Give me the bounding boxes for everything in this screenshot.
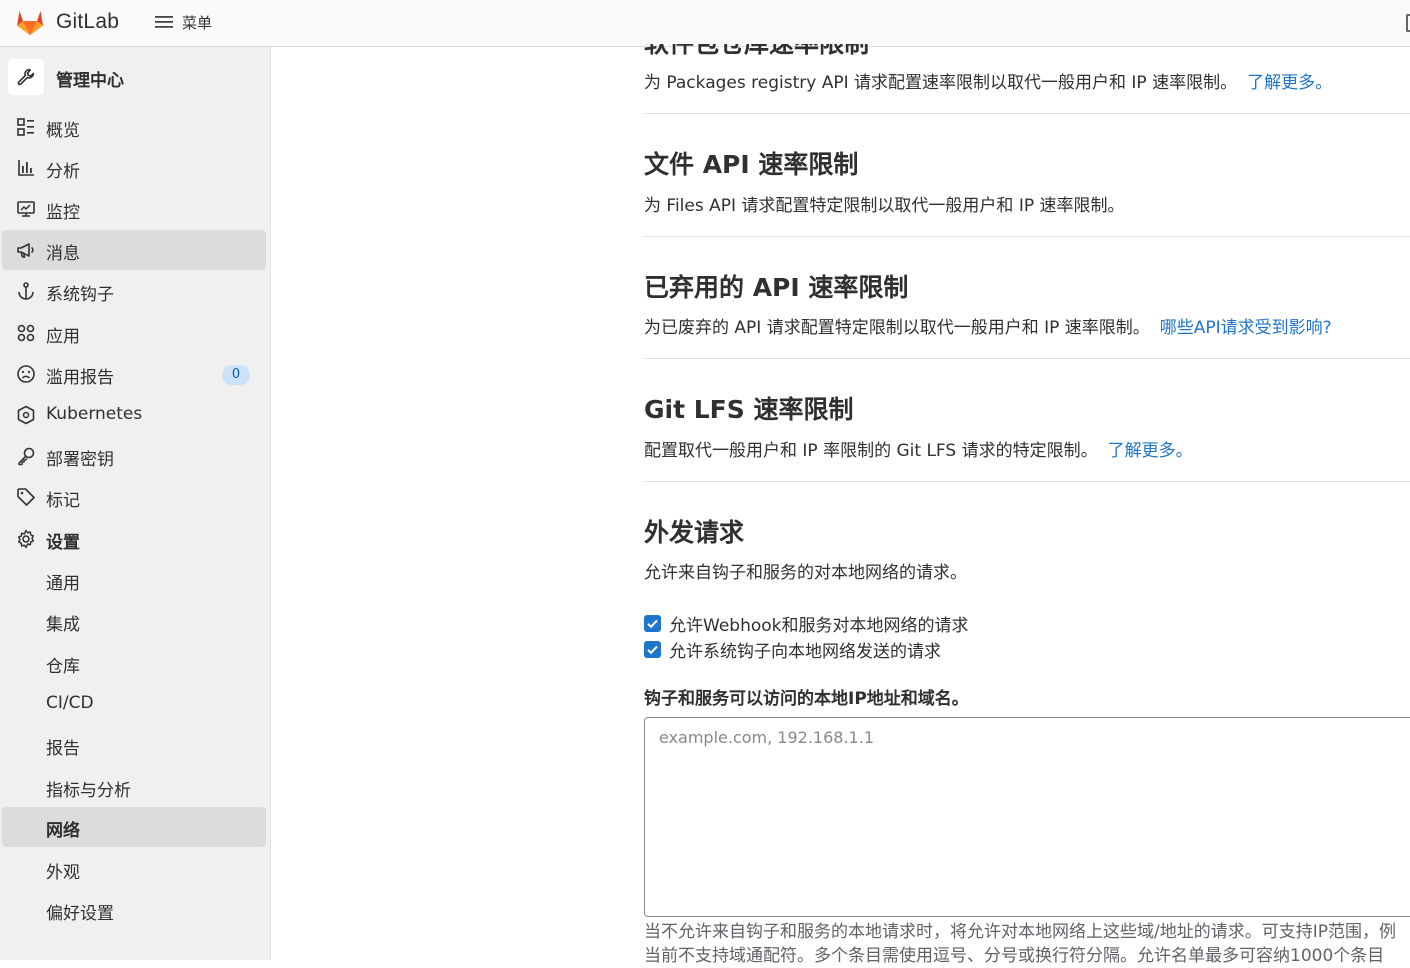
anchor-icon xyxy=(16,281,36,301)
admin-wrench-icon xyxy=(8,59,44,95)
sidebar-item-label: Kubernetes xyxy=(46,404,143,424)
bullhorn-icon xyxy=(16,240,36,260)
sidebar-item-label: 概览 xyxy=(46,121,80,141)
sidebar-item-label: 应用 xyxy=(46,327,80,347)
outbound-requests-desc: 允许来自钩子和服务的对本地网络的请求。 xyxy=(644,563,967,583)
applications-icon xyxy=(16,323,36,343)
gitlab-tanuki-icon xyxy=(17,11,43,35)
settings-content: 软件包仓库速率限制 为 Packages registry API 请求配置速率… xyxy=(644,0,1410,966)
sidebar-item-messages[interactable]: 消息 xyxy=(2,230,266,270)
sidebar-subitem-label: 偏好设置 xyxy=(46,904,114,924)
allowlist-help-text: 当不允许来自钩子和服务的本地请求时，将允许对本地网络上这些域/地址的请求。可支持… xyxy=(644,920,1410,968)
hamburger-icon xyxy=(155,16,173,28)
sidebar-item-label: 部署密钥 xyxy=(46,450,114,470)
settings-sub-metrics[interactable]: 指标与分析 xyxy=(2,767,266,807)
sidebar-subitem-label: 集成 xyxy=(46,615,80,635)
section-divider xyxy=(644,358,1410,359)
allow-system-hooks-local-requests-label: 允许系统钩子向本地网络发送的请求 xyxy=(669,642,941,662)
sidebar-item-deploy-keys[interactable]: 部署密钥 xyxy=(2,436,266,476)
section-divider xyxy=(644,481,1410,482)
admin-sidebar: 管理中心 概览 分析 监控 消息 系统钩子 应用 滥用报告 0 Kubernet… xyxy=(0,47,271,960)
abuse-reports-count-badge: 0 xyxy=(222,365,250,385)
sidebar-item-abuse-reports[interactable]: 滥用报告 0 xyxy=(2,354,266,394)
sidebar-subitem-label: 报告 xyxy=(46,739,80,759)
affected-api-requests-link[interactable]: 哪些API请求受到影响? xyxy=(1160,318,1332,338)
files-api-rate-limit-title: 文件 API 速率限制 xyxy=(644,150,859,179)
sidebar-item-kubernetes[interactable]: Kubernetes xyxy=(2,395,266,435)
settings-sub-cicd[interactable]: CI/CD xyxy=(2,684,266,724)
section-divider xyxy=(644,113,1410,114)
sidebar-item-label: 监控 xyxy=(46,203,80,223)
checkmark-icon xyxy=(647,645,658,655)
brand-name: GitLab xyxy=(56,10,120,33)
packages-rate-limit-title: 软件包仓库速率限制 xyxy=(644,29,870,58)
allow-webhook-local-requests-label: 允许Webhook和服务对本地网络的请求 xyxy=(669,616,969,636)
settings-sub-appearance[interactable]: 外观 xyxy=(2,849,266,889)
sidebar-item-label: 系统钩子 xyxy=(46,285,114,305)
overview-icon xyxy=(16,117,36,137)
allow-system-hooks-local-requests-row[interactable]: 允许系统钩子向本地网络发送的请求 xyxy=(644,637,941,662)
deprecated-api-desc-text: 为已废弃的 API 请求配置特定限制以取代一般用户和 IP 速率限制。 xyxy=(644,318,1150,338)
sidebar-item-labels[interactable]: 标记 xyxy=(2,477,266,517)
sidebar-item-label: 分析 xyxy=(46,162,80,182)
sidebar-item-applications[interactable]: 应用 xyxy=(2,313,266,353)
label-icon xyxy=(16,487,36,507)
section-divider xyxy=(644,236,1410,237)
deprecated-api-rate-limit-desc: 为已废弃的 API 请求配置特定限制以取代一般用户和 IP 速率限制。 哪些API… xyxy=(644,313,1332,338)
menu-label: 菜单 xyxy=(182,13,213,32)
sidebar-item-analytics[interactable]: 分析 xyxy=(2,148,266,188)
key-icon xyxy=(16,446,36,466)
settings-icon xyxy=(16,529,36,549)
packages-learn-more-link[interactable]: 了解更多。 xyxy=(1247,73,1332,93)
packages-rate-limit-desc: 为 Packages registry API 请求配置速率限制以取代一般用户和… xyxy=(644,68,1332,93)
sidebar-item-overview[interactable]: 概览 xyxy=(2,107,266,147)
allowlist-help-line-1: 当不允许来自钩子和服务的本地请求时，将允许对本地网络上这些域/地址的请求。可支持… xyxy=(644,922,1396,942)
settings-sub-preferences[interactable]: 偏好设置 xyxy=(2,890,266,930)
local-allowlist-textarea[interactable] xyxy=(644,717,1410,917)
sidebar-title: 管理中心 xyxy=(56,71,124,91)
settings-sub-network[interactable]: 网络 xyxy=(2,807,266,847)
kubernetes-icon xyxy=(16,405,36,425)
chart-icon xyxy=(16,158,36,178)
sidebar-subitem-label: CI/CD xyxy=(46,693,94,713)
local-allowlist-label: 钩子和服务可以访问的本地IP地址和域名。 xyxy=(644,689,969,709)
git-lfs-rate-limit-title: Git LFS 速率限制 xyxy=(644,395,854,424)
git-lfs-desc-text: 配置取代一般用户和 IP 率限制的 Git LFS 请求的特定限制。 xyxy=(644,441,1098,461)
files-api-rate-limit-desc: 为 Files API 请求配置特定限制以取代一般用户和 IP 速率限制。 xyxy=(644,196,1125,216)
git-lfs-rate-limit-desc: 配置取代一般用户和 IP 率限制的 Git LFS 请求的特定限制。 了解更多。 xyxy=(644,436,1193,461)
gitlab-logo[interactable]: GitLab xyxy=(14,6,119,38)
monitor-icon xyxy=(16,199,36,219)
outbound-requests-title: 外发请求 xyxy=(644,518,745,547)
deprecated-api-rate-limit-title: 已弃用的 API 速率限制 xyxy=(644,273,909,302)
sidebar-item-label: 滥用报告 xyxy=(46,368,114,388)
sidebar-subitem-label: 外观 xyxy=(46,863,80,883)
menu-button[interactable]: 菜单 xyxy=(154,10,212,34)
sidebar-item-system-hooks[interactable]: 系统钩子 xyxy=(2,271,266,311)
sidebar-subitem-label: 通用 xyxy=(46,574,80,594)
settings-sub-reporting[interactable]: 报告 xyxy=(2,725,266,765)
sidebar-item-label: 设置 xyxy=(46,533,80,553)
allow-system-hooks-local-requests-checkbox[interactable] xyxy=(644,641,661,658)
sidebar-item-label: 标记 xyxy=(46,491,80,511)
settings-sub-integrations[interactable]: 集成 xyxy=(2,601,266,641)
sidebar-item-label: 消息 xyxy=(46,244,80,264)
sidebar-subitem-label: 指标与分析 xyxy=(46,781,131,801)
sad-face-icon xyxy=(16,364,36,384)
settings-sub-repository[interactable]: 仓库 xyxy=(2,643,266,683)
settings-sub-general[interactable]: 通用 xyxy=(2,560,266,600)
sidebar-item-settings[interactable]: 设置 xyxy=(2,519,266,559)
allow-webhook-local-requests-row[interactable]: 允许Webhook和服务对本地网络的请求 xyxy=(644,611,968,636)
sidebar-header[interactable]: 管理中心 xyxy=(0,55,271,99)
sidebar-subitem-label: 仓库 xyxy=(46,657,80,677)
git-lfs-learn-more-link[interactable]: 了解更多。 xyxy=(1108,441,1193,461)
packages-desc-text: 为 Packages registry API 请求配置速率限制以取代一般用户和… xyxy=(644,73,1238,93)
sidebar-subitem-label: 网络 xyxy=(46,821,80,841)
sidebar-item-monitoring[interactable]: 监控 xyxy=(2,189,266,229)
allow-webhook-local-requests-checkbox[interactable] xyxy=(644,615,661,632)
checkmark-icon xyxy=(647,619,658,629)
allowlist-help-line-2: 当前不支持域通配符。多个条目需使用逗号、分号或换行符分隔。允许名单最多可容纳10… xyxy=(644,946,1385,966)
